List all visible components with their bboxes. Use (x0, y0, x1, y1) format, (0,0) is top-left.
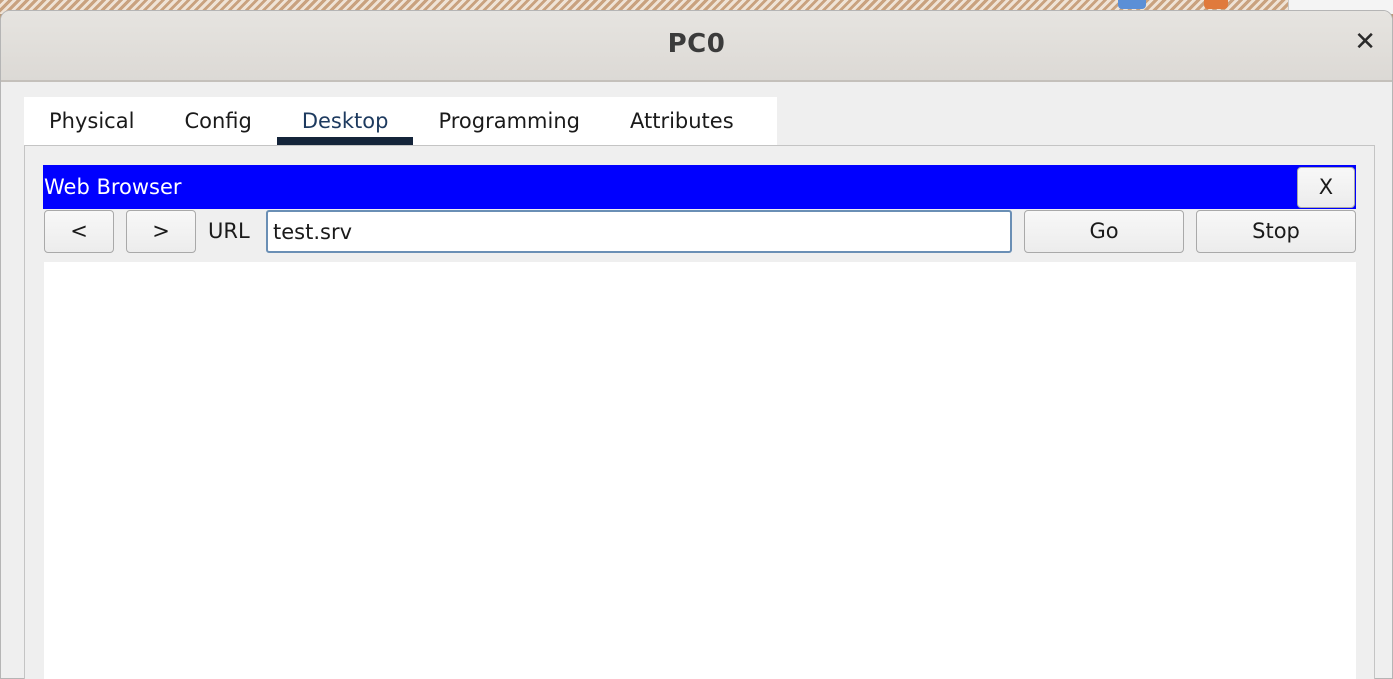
web-browser-header: Web Browser (43, 165, 1356, 209)
background-decoration (1118, 0, 1146, 9)
go-button[interactable]: Go (1024, 210, 1184, 253)
window-title: PC0 (667, 29, 726, 59)
url-label: URL (208, 219, 250, 243)
back-button[interactable]: < (44, 210, 114, 253)
tab-attributes[interactable]: Attributes (605, 97, 759, 145)
tab-physical[interactable]: Physical (24, 97, 159, 145)
web-browser-close-button[interactable]: X (1297, 167, 1355, 208)
stop-button[interactable]: Stop (1196, 210, 1356, 253)
tab-desktop[interactable]: Desktop (276, 97, 414, 145)
background-decoration (1204, 0, 1228, 9)
tab-bar: Physical Config Desktop Programming Attr… (24, 97, 777, 145)
tab-programming[interactable]: Programming (413, 97, 605, 145)
forward-button[interactable]: > (126, 210, 196, 253)
window-close-icon[interactable]: ✕ (1354, 29, 1376, 55)
browser-content-area[interactable] (44, 262, 1356, 679)
tab-config[interactable]: Config (159, 97, 276, 145)
url-input[interactable] (266, 210, 1012, 253)
web-browser-title: Web Browser (44, 175, 182, 199)
window-titlebar: PC0 ✕ (1, 11, 1392, 82)
